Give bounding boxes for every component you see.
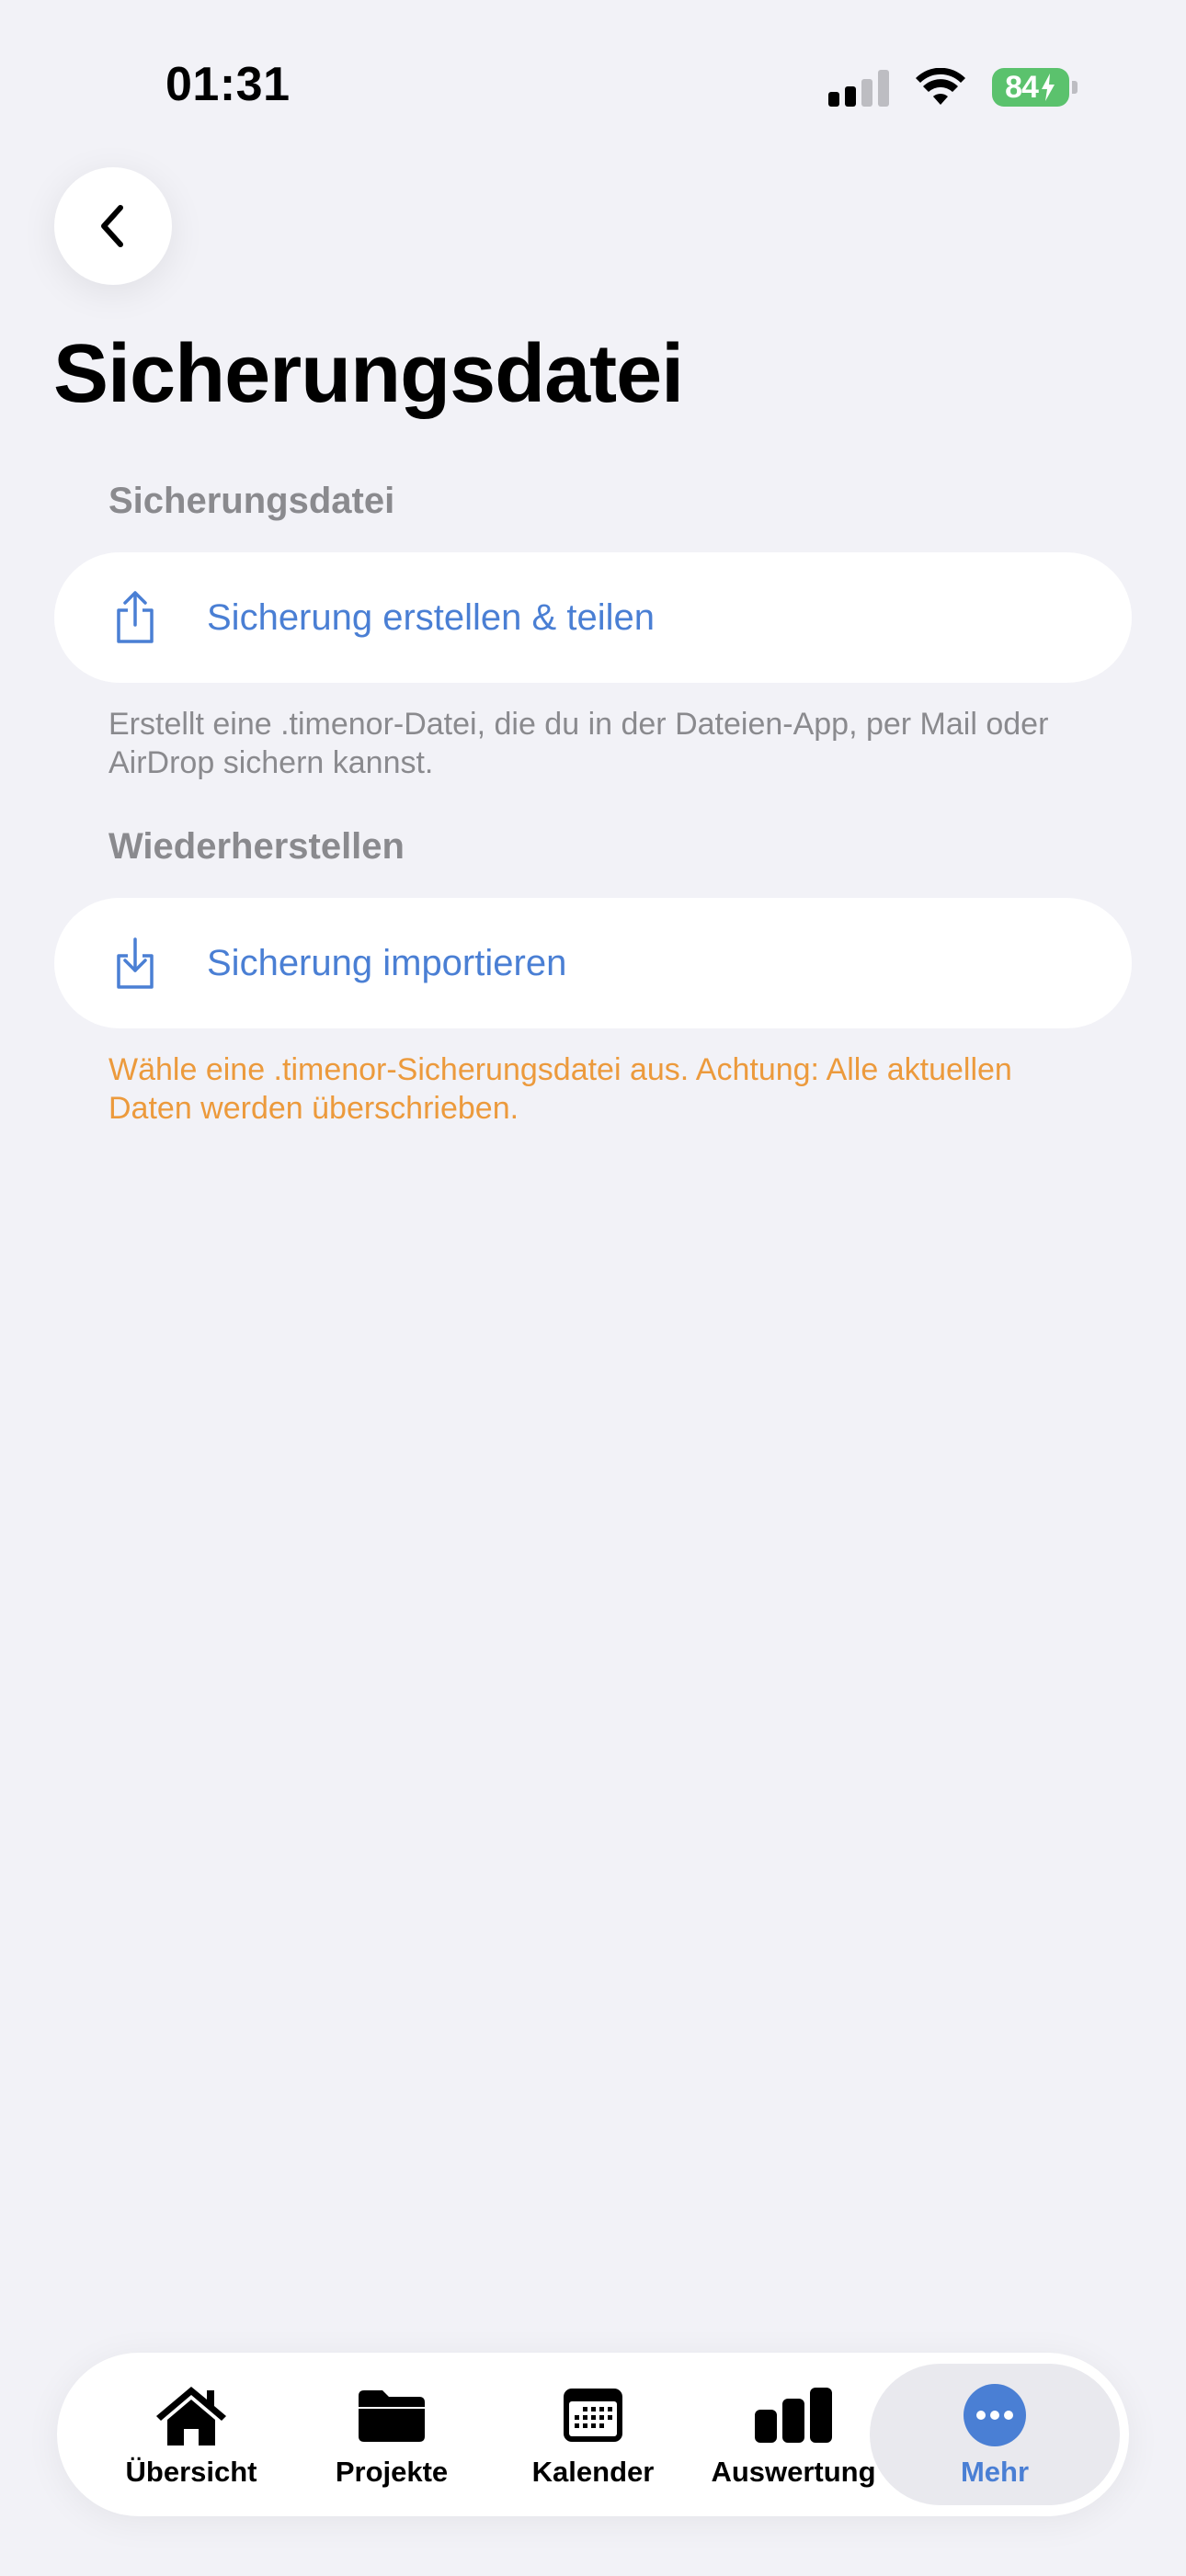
tab-label: Mehr [960, 2456, 1030, 2488]
restore-warning-footnote: Wähle eine .timenor-Sicherungsdatei aus.… [108, 1052, 1012, 1126]
import-icon [109, 936, 161, 991]
status-indicators: 84 [828, 64, 1078, 110]
create-share-backup-button[interactable]: Sicherung erstellen & teilen [54, 552, 1132, 683]
charging-bolt-icon [1041, 74, 1055, 101]
import-backup-label: Sicherung importieren [207, 942, 567, 983]
tab-label: Projekte [335, 2456, 449, 2488]
house-icon [156, 2387, 226, 2445]
page-title: Sicherungsdatei [53, 328, 684, 420]
battery-percent: 84 [1005, 69, 1039, 105]
tab-label: Auswertung [711, 2456, 876, 2488]
calendar-icon [564, 2389, 622, 2442]
share-icon [109, 590, 161, 645]
section-header-backup: Sicherungsdatei [108, 481, 395, 521]
battery-icon: 84 [992, 68, 1078, 107]
tab-auswertung[interactable]: Auswertung [693, 2364, 894, 2505]
tab-label: Kalender [531, 2456, 655, 2488]
back-button[interactable] [54, 167, 172, 285]
folder-icon [359, 2390, 425, 2442]
status-time: 01:31 [165, 58, 291, 111]
wifi-icon [916, 68, 965, 105]
tab-bar: Übersicht Projekte Kalender Auswertung M… [57, 2353, 1129, 2516]
import-backup-button[interactable]: Sicherung importieren [54, 898, 1132, 1028]
backup-footnote: Erstellt eine .timenor-Datei, die du in … [108, 707, 1049, 780]
tab-projekte[interactable]: Projekte [291, 2364, 492, 2505]
chevron-left-icon [101, 205, 123, 247]
tab-label: Übersicht [125, 2456, 257, 2488]
create-share-backup-label: Sicherung erstellen & teilen [207, 596, 655, 638]
more-icon [964, 2384, 1026, 2446]
tab-mehr[interactable]: Mehr [870, 2364, 1120, 2505]
cellular-signal-icon [828, 68, 889, 107]
tab-uebersicht[interactable]: Übersicht [91, 2364, 291, 2505]
chart-icon [755, 2388, 832, 2443]
section-header-restore: Wiederherstellen [108, 826, 405, 867]
tab-kalender[interactable]: Kalender [493, 2364, 693, 2505]
